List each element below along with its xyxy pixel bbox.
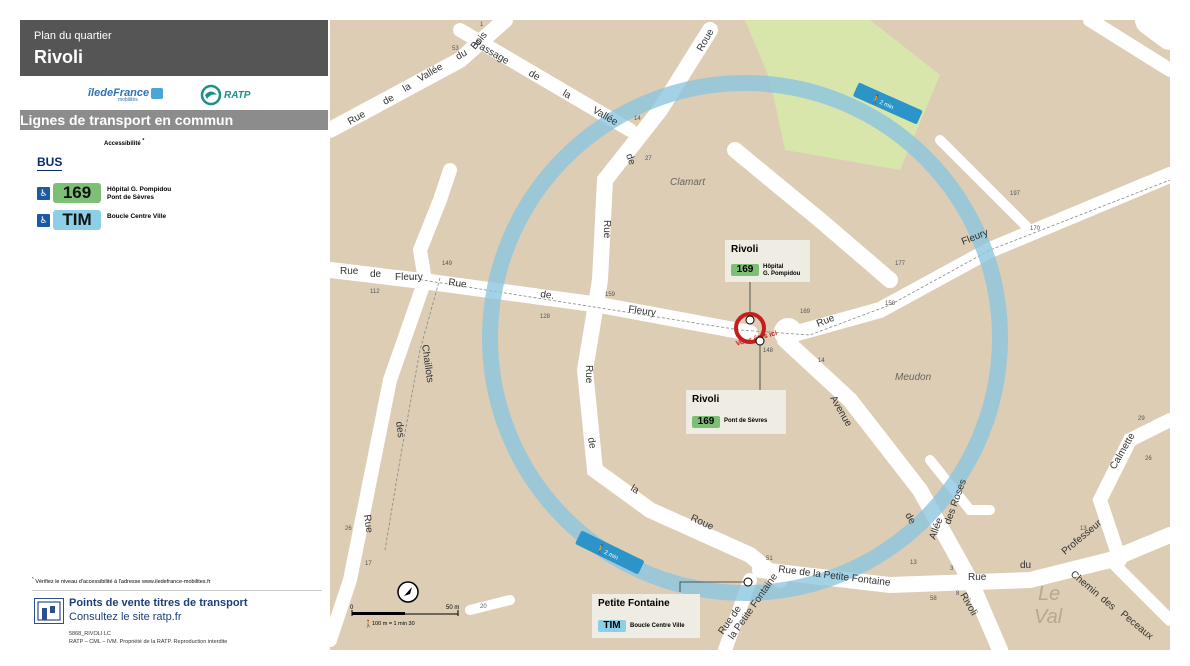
- svg-text:14: 14: [634, 116, 641, 122]
- bus-stop-point[interactable]: [755, 336, 765, 346]
- svg-text:58: 58: [930, 596, 937, 602]
- accessibility-note: * Vérifiez le niveau d'accessibilité à l…: [32, 576, 211, 585]
- roundabout: [774, 318, 802, 346]
- line-badge-169: 169: [731, 264, 759, 276]
- wheelchair-icon: ♿: [37, 214, 50, 227]
- accessibility-label: Accessibilité *: [104, 138, 145, 147]
- svg-text:du: du: [1020, 560, 1031, 571]
- svg-text:Chaillots: Chaillots: [419, 344, 435, 384]
- svg-text:de.: de.: [540, 289, 555, 302]
- neighbourhood-map[interactable]: 2 min 🚶 2 min 🚶 Clamart Meudon Le Val Ru…: [330, 20, 1170, 650]
- svg-text:128: 128: [540, 314, 551, 320]
- scale-end: 50 m: [446, 605, 459, 611]
- svg-text:14: 14: [818, 358, 825, 364]
- svg-text:29: 29: [1138, 416, 1145, 422]
- ratp-emblem-icon: [200, 84, 222, 106]
- district-label-val: Val: [1034, 606, 1063, 628]
- idf-mobilites-logo: îledeFrance mobilités: [88, 87, 164, 103]
- stop-callout-rivoli-south[interactable]: Rivoli 169 Pont de Sèvres: [686, 390, 786, 434]
- svg-text:26: 26: [345, 526, 352, 532]
- svg-text:148: 148: [763, 348, 774, 354]
- line-badge-tim[interactable]: TIM: [53, 210, 101, 230]
- line-destinations: Hôpital G. Pompidou Pont de Sèvres: [107, 186, 172, 201]
- info-panel: Plan du quartier Rivoli îledeFrance mobi…: [20, 20, 328, 650]
- map-scale: 0 50 m 100 m = 1 min 30 🚶: [350, 580, 470, 630]
- svg-text:51: 51: [766, 556, 773, 562]
- sales-points-link[interactable]: Consultez le site ratp.fr: [69, 611, 182, 623]
- map-canvas: 2 min 🚶 2 min 🚶 Clamart Meudon Le Val Ru…: [330, 20, 1170, 650]
- svg-text:159: 159: [605, 292, 616, 298]
- svg-text:Fleury: Fleury: [395, 272, 423, 283]
- svg-text:1: 1: [480, 22, 484, 28]
- line-badge-169: 169: [692, 416, 720, 428]
- line-destinations: Boucle Centre Ville: [107, 213, 167, 220]
- svg-text:des: des: [1098, 594, 1117, 613]
- svg-text:197: 197: [1010, 191, 1021, 197]
- svg-text:158: 158: [885, 301, 896, 307]
- reference-code: 5868_RIVOLI LC: [69, 631, 111, 637]
- wheelchair-icon: ♿: [37, 187, 50, 200]
- bus-stop-point[interactable]: [743, 577, 753, 587]
- sales-points-title: Points de vente titres de transport: [69, 597, 248, 609]
- svg-text:20: 20: [480, 604, 487, 610]
- svg-text:3: 3: [950, 566, 954, 572]
- svg-text:177: 177: [895, 261, 906, 267]
- ratp-logo: RATP: [200, 84, 290, 110]
- pedestrian-icon: 🚶: [364, 619, 373, 628]
- page-subtitle: Plan du quartier: [34, 30, 112, 42]
- svg-text:13: 13: [1080, 526, 1087, 532]
- page-title: Rivoli: [34, 47, 84, 67]
- svg-text:des: des: [393, 421, 406, 438]
- ticket-sales-icon: [34, 598, 64, 624]
- line-badge-169[interactable]: 169: [53, 183, 101, 203]
- district-label-le: Le: [1038, 583, 1060, 605]
- area-label-meudon: Meudon: [895, 372, 932, 383]
- stop-callout-petite-fontaine[interactable]: Petite Fontaine TIM Boucle Centre Ville: [592, 594, 700, 638]
- svg-text:170: 170: [1030, 226, 1041, 232]
- svg-text:Rue: Rue: [601, 220, 612, 239]
- copyright-text: RATP – CML – IVM. Propriété de la RATP. …: [69, 639, 228, 645]
- svg-text:Professeur: Professeur: [1060, 517, 1105, 557]
- bus-mode-label: BUS: [37, 155, 63, 171]
- svg-text:13: 13: [910, 560, 917, 566]
- lines-section-header: Lignes de transport en commun: [20, 110, 328, 130]
- svg-text:Rue: Rue: [968, 572, 987, 583]
- svg-text:Rue: Rue: [340, 266, 359, 277]
- svg-text:27: 27: [645, 156, 652, 162]
- title-box: Plan du quartier Rivoli: [20, 20, 328, 76]
- svg-text:53: 53: [452, 46, 459, 52]
- idf-pictogram-icon: [151, 87, 164, 99]
- scale-start: 0: [350, 605, 354, 611]
- scale-legend: 100 m = 1 min 30: [372, 621, 415, 627]
- svg-text:169: 169: [800, 309, 811, 315]
- svg-text:Peceaux: Peceaux: [1118, 609, 1155, 642]
- svg-text:de: de: [370, 269, 382, 280]
- svg-text:26: 26: [1145, 456, 1152, 462]
- road-network: [330, 20, 1170, 650]
- area-label-clamart: Clamart: [670, 177, 706, 188]
- divider: [32, 590, 322, 591]
- bus-stop-point[interactable]: [745, 315, 755, 325]
- line-badge-tim: TIM: [598, 620, 626, 632]
- stop-callout-rivoli-north[interactable]: Rivoli 169 Hôpital G. Pompidou: [725, 240, 810, 282]
- svg-text:Rue: Rue: [583, 365, 594, 384]
- svg-text:112: 112: [370, 289, 380, 295]
- svg-text:17: 17: [365, 561, 372, 567]
- svg-text:149: 149: [442, 261, 453, 267]
